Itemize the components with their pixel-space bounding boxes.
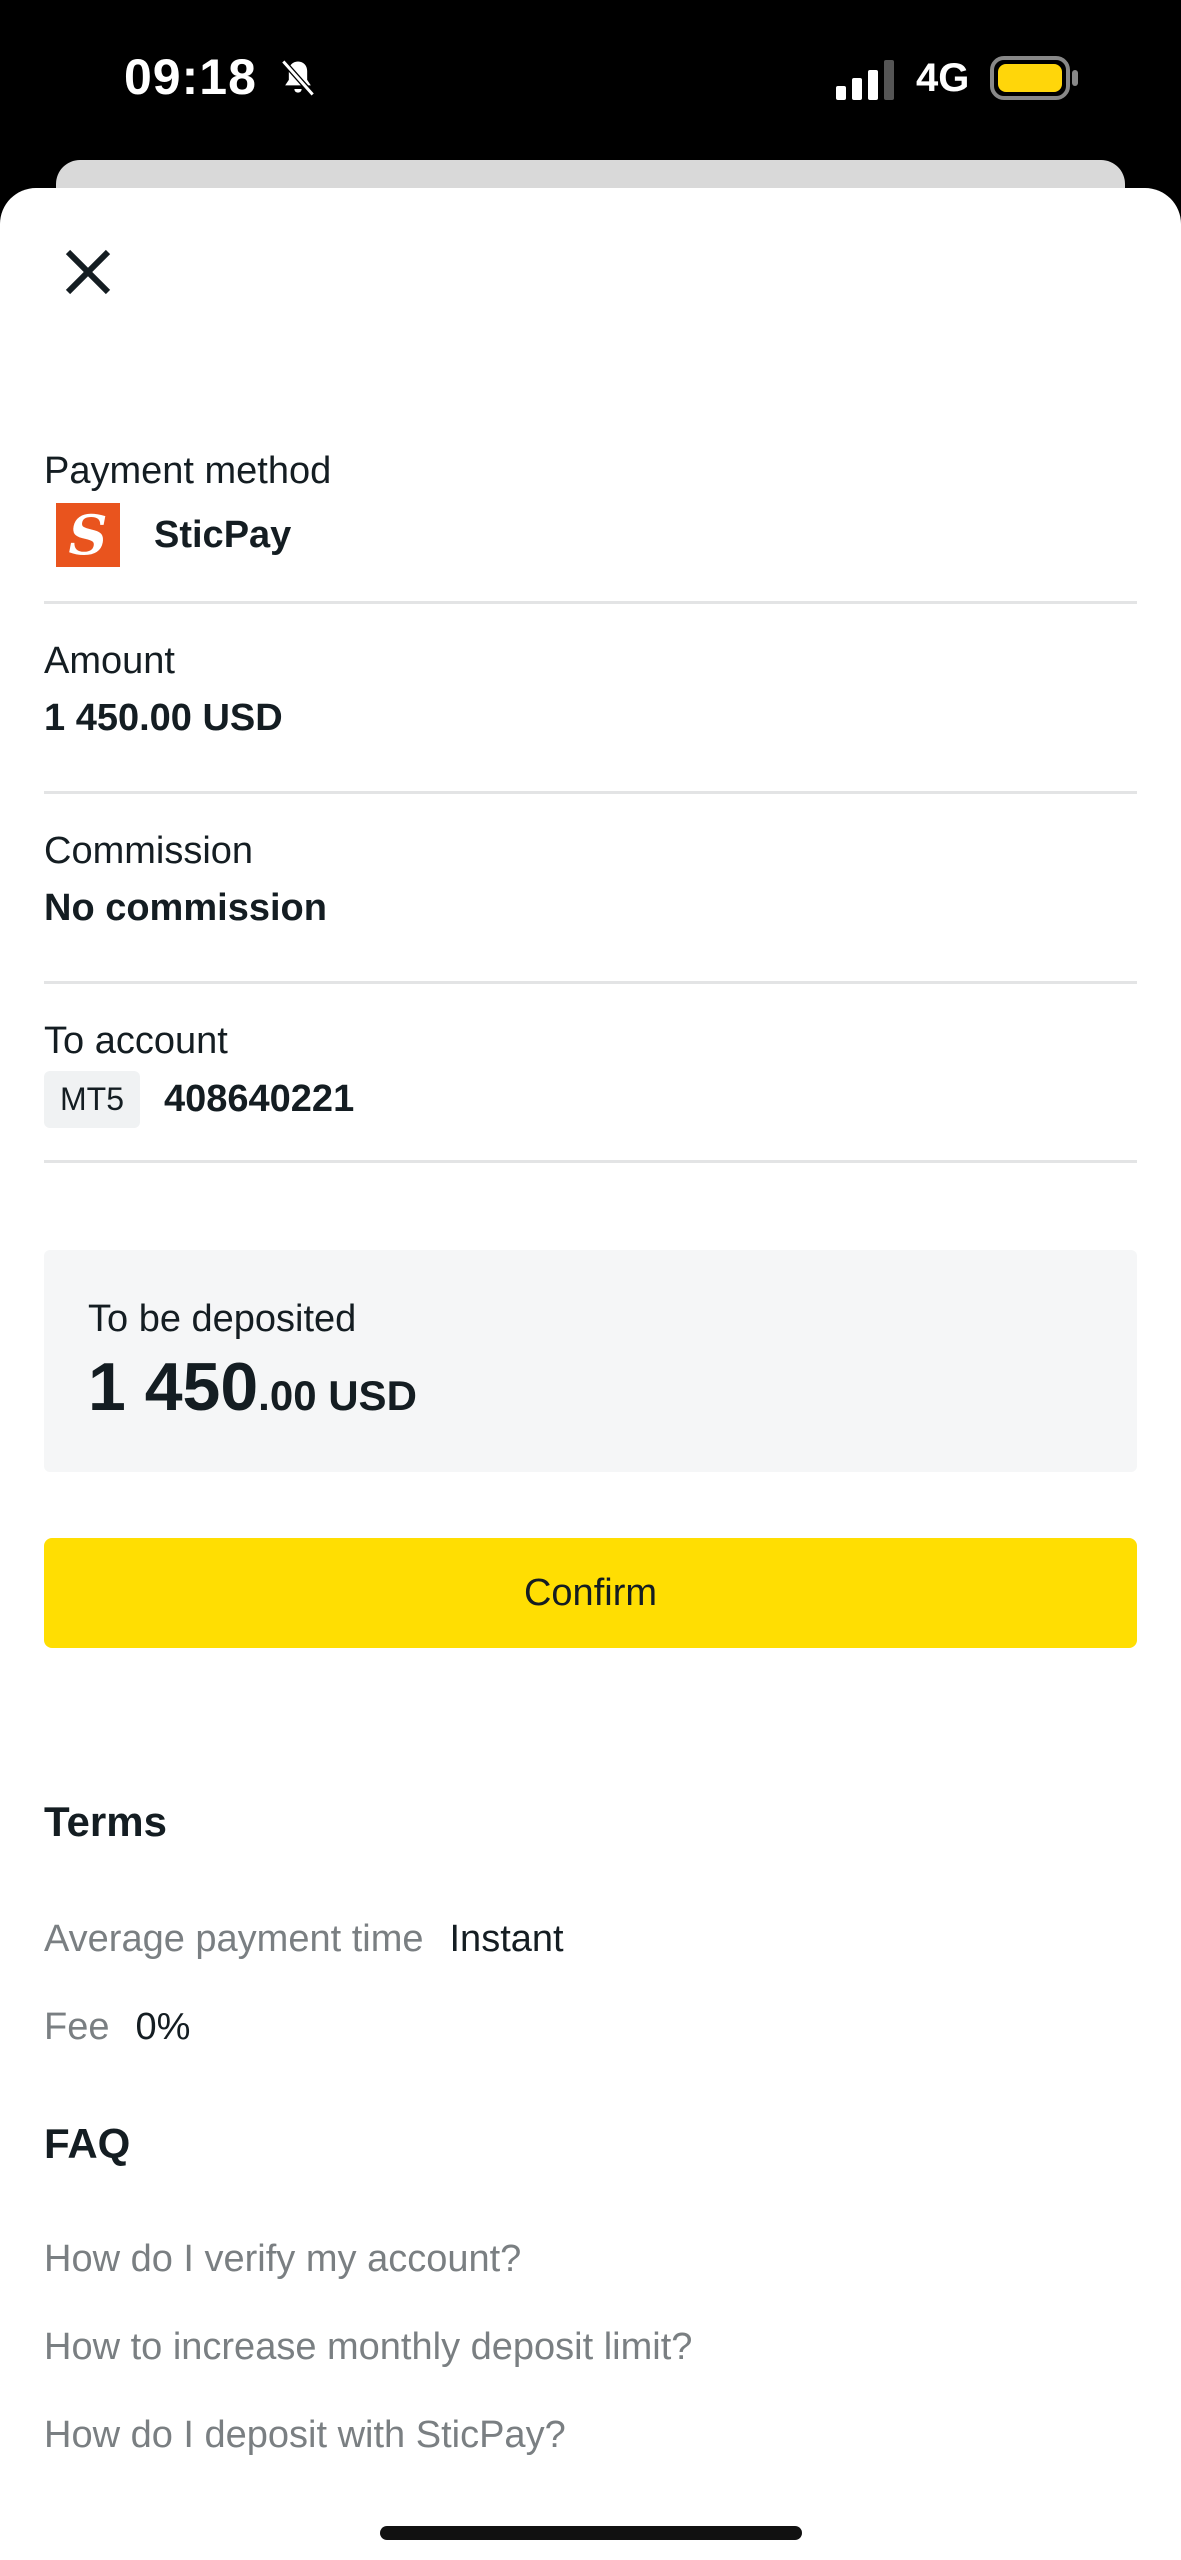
commission-label: Commission xyxy=(44,830,254,872)
payment-method-label: Payment method xyxy=(44,450,332,492)
divider xyxy=(44,1160,1137,1163)
term-row-fee: Fee 0% xyxy=(44,2006,190,2049)
signal-icon xyxy=(836,60,894,100)
deposit-label: To be deposited xyxy=(88,1298,357,1340)
account-number: 408640221 xyxy=(164,1078,355,1120)
home-indicator[interactable] xyxy=(380,2526,802,2540)
status-time: 09:18 xyxy=(124,49,257,105)
status-bar: 09:18 4G xyxy=(0,0,1181,160)
payment-method-value: S SticPay xyxy=(44,503,1137,567)
close-icon[interactable] xyxy=(56,240,120,304)
divider xyxy=(44,791,1137,794)
faq-item-deposit-sticpay[interactable]: How do I deposit with SticPay? xyxy=(44,2414,566,2457)
commission-row: Commission No commission xyxy=(44,830,1137,930)
bell-slash-icon xyxy=(281,59,315,97)
deposit-amount-minor: .00 USD xyxy=(258,1372,417,1419)
term-key: Fee xyxy=(44,2006,110,2048)
deposit-summary-panel: To be deposited 1 450.00 USD xyxy=(44,1250,1137,1472)
confirm-button[interactable]: Confirm xyxy=(44,1538,1137,1648)
faq-title: FAQ xyxy=(44,2120,131,2167)
deposit-amount-major: 1 450 xyxy=(88,1349,259,1425)
network-label: 4G xyxy=(916,56,970,100)
term-row-payment-time: Average payment time Instant xyxy=(44,1918,564,1961)
amount-value: 1 450.00 USD xyxy=(44,697,283,739)
battery-icon xyxy=(990,56,1078,100)
amount-row: Amount 1 450.00 USD xyxy=(44,640,1137,740)
payment-method-row: Payment method S SticPay xyxy=(44,450,1137,567)
term-value: Instant xyxy=(449,1918,564,1960)
terms-title: Terms xyxy=(44,1798,167,1845)
term-key: Average payment time xyxy=(44,1918,424,1960)
divider xyxy=(44,981,1137,984)
deposit-amount: 1 450.00 USD xyxy=(88,1348,417,1426)
payment-method-name: SticPay xyxy=(154,513,292,556)
commission-value: No commission xyxy=(44,887,327,929)
deposit-confirmation-sheet: Payment method S SticPay Amount 1 450.00… xyxy=(0,188,1181,2560)
to-account-value: MT5 408640221 xyxy=(44,1071,1137,1128)
faq-item-increase-limit[interactable]: How to increase monthly deposit limit? xyxy=(44,2326,692,2369)
to-account-label: To account xyxy=(44,1020,228,1062)
account-type-badge: MT5 xyxy=(44,1071,140,1128)
divider xyxy=(44,601,1137,604)
to-account-row: To account MT5 408640221 xyxy=(44,1020,1137,1128)
faq-item-verify-account[interactable]: How do I verify my account? xyxy=(44,2238,521,2281)
amount-label: Amount xyxy=(44,640,175,682)
sticpay-logo: S xyxy=(56,503,120,567)
term-value: 0% xyxy=(135,2006,191,2048)
